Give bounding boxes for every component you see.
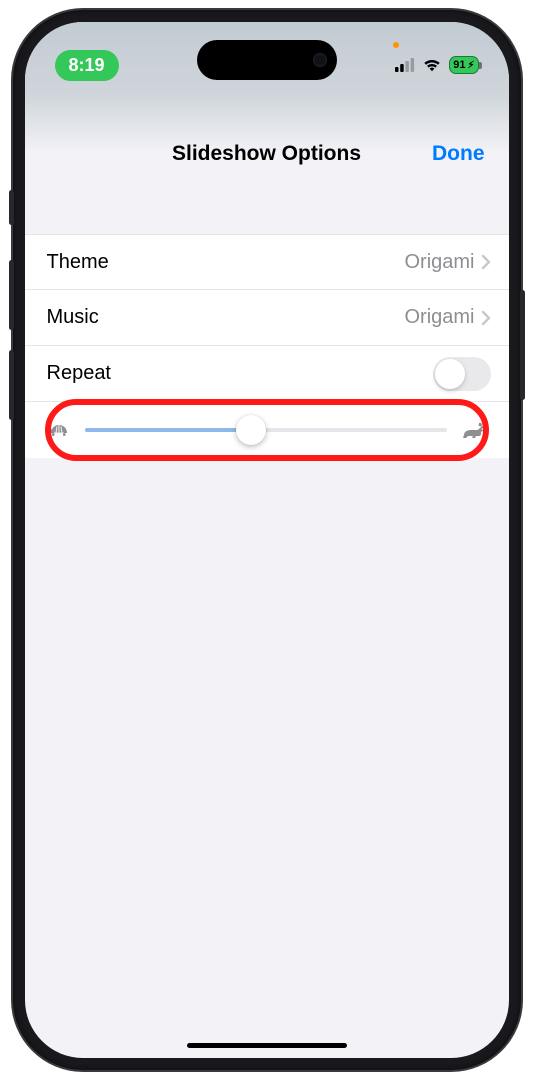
repeat-label: Repeat xyxy=(47,362,433,385)
power-button xyxy=(520,290,525,400)
phone-frame: 8:19 xyxy=(13,10,521,1070)
options-list: Theme Origami Music Origami Repeat xyxy=(25,234,509,458)
dynamic-island xyxy=(197,40,337,80)
front-camera xyxy=(313,53,327,67)
home-indicator[interactable] xyxy=(187,1043,347,1048)
music-row[interactable]: Music Origami xyxy=(25,290,509,346)
slider-fill xyxy=(85,428,252,432)
cellular-signal-icon xyxy=(395,58,415,72)
speed-slider-row xyxy=(25,402,509,458)
theme-value: Origami xyxy=(404,251,474,274)
theme-label: Theme xyxy=(47,251,405,274)
volume-down-button xyxy=(9,350,14,420)
music-value: Origami xyxy=(404,306,474,329)
done-button[interactable]: Done xyxy=(432,142,485,166)
battery-indicator: 91⚡︎ xyxy=(449,56,478,74)
speed-slider[interactable] xyxy=(85,428,447,432)
page-title: Slideshow Options xyxy=(172,142,361,166)
repeat-toggle[interactable] xyxy=(433,357,491,391)
time-pill[interactable]: 8:19 xyxy=(55,50,119,81)
battery-percent: 91 xyxy=(453,59,465,71)
chevron-right-icon xyxy=(481,310,491,326)
status-right: 91⚡︎ xyxy=(395,56,478,74)
slider-thumb[interactable] xyxy=(236,415,266,445)
theme-row[interactable]: Theme Origami xyxy=(25,234,509,290)
music-label: Music xyxy=(47,306,405,329)
screen: 8:19 xyxy=(25,22,509,1058)
charging-bolt-icon: ⚡︎ xyxy=(467,60,474,71)
rabbit-icon xyxy=(461,421,487,439)
chevron-right-icon xyxy=(481,254,491,270)
turtle-icon xyxy=(47,421,71,439)
navigation-bar: Slideshow Options Done xyxy=(25,94,509,224)
privacy-indicator-dot xyxy=(393,42,399,48)
volume-up-button xyxy=(9,260,14,330)
wifi-icon xyxy=(422,58,442,72)
toggle-knob xyxy=(435,359,465,389)
repeat-row: Repeat xyxy=(25,346,509,402)
side-button xyxy=(9,190,14,225)
